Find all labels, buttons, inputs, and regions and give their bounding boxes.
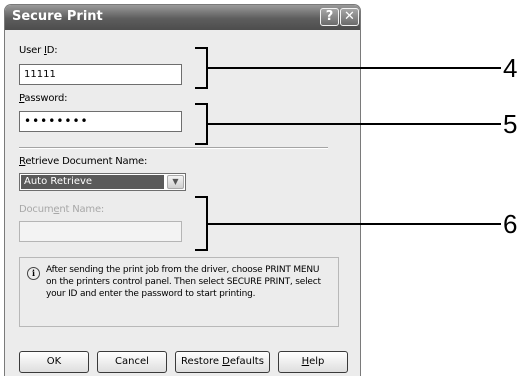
retrieve-document-name-label: Retrieve Document Name: (19, 156, 148, 167)
separator (19, 147, 328, 149)
retrieve-document-name-dropdown[interactable]: Auto Retrieve ▼ (19, 173, 186, 191)
secure-print-dialog: Secure Print ? ✕ User ID: 11111 Password… (4, 4, 361, 376)
retrieve-selected-value: Auto Retrieve (21, 175, 164, 189)
callout-number-6: 6 (503, 209, 518, 239)
ok-button[interactable]: OK (19, 351, 89, 373)
title-bar[interactable]: Secure Print ? ✕ (5, 5, 360, 30)
callout-line-4 (206, 67, 501, 69)
document-name-label: Document Name: (19, 204, 105, 215)
cancel-button[interactable]: Cancel (97, 351, 167, 373)
info-text: After sending the print job from the dri… (46, 265, 321, 299)
help-button[interactable]: Help (278, 351, 348, 373)
user-id-field[interactable]: 11111 (19, 64, 182, 85)
document-name-field (19, 221, 182, 242)
restore-defaults-button[interactable]: Restore Defaults (175, 351, 270, 373)
info-box: i After sending the print job from the d… (19, 257, 339, 327)
dialog-title: Secure Print (12, 9, 103, 24)
callout-number-4: 4 (503, 53, 518, 83)
info-icon: i (27, 267, 40, 280)
callout-line-6 (206, 223, 501, 225)
password-field[interactable]: •••••••• (19, 111, 182, 132)
password-label: Password: (19, 93, 68, 104)
chevron-down-icon[interactable]: ▼ (167, 175, 184, 189)
callout-line-5 (206, 123, 501, 125)
close-button[interactable]: ✕ (340, 8, 359, 26)
callout-number-5: 5 (503, 109, 518, 139)
title-help-button[interactable]: ? (320, 8, 339, 26)
user-id-label: User ID: (19, 45, 58, 56)
